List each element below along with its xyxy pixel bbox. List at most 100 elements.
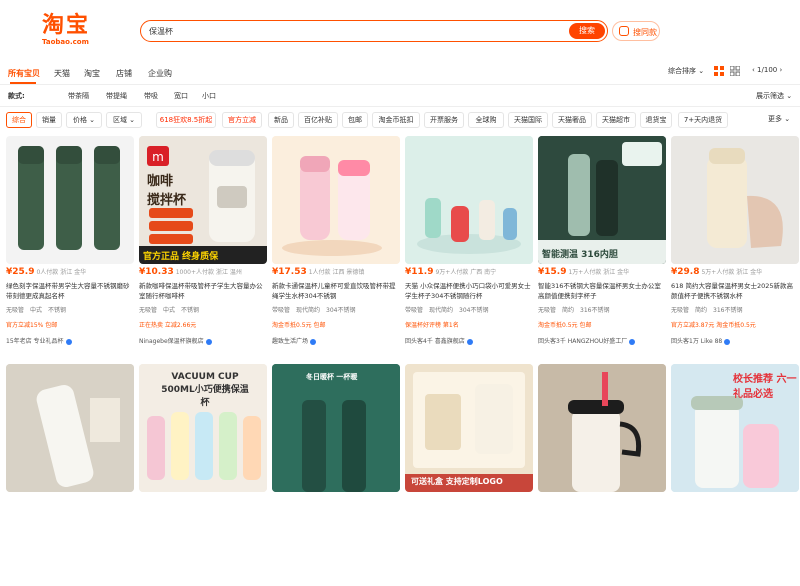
product-image[interactable]: 冬日暖杯 一杯暖 bbox=[272, 364, 400, 492]
sales-info: 0人付款 浙江 金华 bbox=[36, 269, 87, 276]
chip-tmall-market[interactable]: 天猫超市 bbox=[596, 112, 636, 128]
price: ¥11.9 bbox=[405, 267, 434, 277]
image-caption: 咖啡 搅拌杯 bbox=[147, 174, 187, 208]
product-photo bbox=[538, 364, 666, 492]
style-option[interactable]: 小口 bbox=[202, 91, 216, 101]
tab-taobao[interactable]: 淘宝 bbox=[84, 68, 100, 79]
product-image[interactable]: 可送礼盒 支持定制LOGO bbox=[405, 364, 533, 492]
price-row: ¥17.53 1人付款 江西 景德镇 bbox=[272, 267, 400, 279]
product-image[interactable]: VACUUM CUP 500ML小巧便携保温杯 bbox=[139, 364, 267, 492]
product-title[interactable]: 绿色刻字保温杯带男学生大容量不锈钢磨砂带刻德更成真起名杯 bbox=[6, 281, 134, 301]
product-photo bbox=[671, 136, 799, 264]
product-card[interactable] bbox=[538, 364, 666, 586]
style-option[interactable]: 带提绳 bbox=[106, 91, 127, 101]
chip-free-shipping[interactable]: 包邮 bbox=[342, 112, 368, 128]
chip-price[interactable]: 价格 ⌄ bbox=[66, 112, 102, 128]
product-card[interactable]: m 咖啡 搅拌杯 官方正品 终身质保 ¥10.33 1000+人付款 浙江 温州 新… bbox=[139, 136, 267, 358]
product-image[interactable] bbox=[671, 136, 799, 264]
chevron-down-icon: ⌄ bbox=[698, 67, 705, 75]
shop-info[interactable]: 回头客4千 喜鑫旗舰店 bbox=[405, 336, 533, 346]
product-title[interactable]: 618 简约大容量保温杯男女士2025新款高颜值杯子便携不锈钢水杯 bbox=[671, 281, 799, 301]
product-card[interactable]: ¥29.8 5万+人付款 浙江 金华 618 简约大容量保温杯男女士2025新款高… bbox=[671, 136, 799, 358]
search-input[interactable]: 保温杯 bbox=[149, 26, 173, 37]
page-indicator: 1/100 bbox=[757, 66, 778, 74]
chip-official-discount[interactable]: 官方立减 bbox=[222, 112, 262, 128]
shop-info[interactable]: 回头客3千 HANGZHOU好盛工厂 bbox=[538, 336, 666, 346]
chip-region[interactable]: 区域 ⌄ bbox=[106, 112, 142, 128]
chip-subsidy[interactable]: 百亿补贴 bbox=[298, 112, 338, 128]
tab-tmall[interactable]: 天猫 bbox=[54, 68, 70, 79]
grid-view-icon[interactable] bbox=[714, 66, 724, 76]
product-image[interactable] bbox=[6, 136, 134, 264]
shop-info[interactable]: 15年老店 专业礼品杯 bbox=[6, 336, 134, 346]
chip-coin-deduct[interactable]: 淘金币抵扣 bbox=[372, 112, 420, 128]
style-option[interactable]: 带吸 bbox=[144, 91, 158, 101]
attr: 现代简约 bbox=[296, 307, 321, 314]
tab-shop[interactable]: 店铺 bbox=[116, 68, 132, 79]
product-image[interactable]: m 咖啡 搅拌杯 官方正品 终身质保 bbox=[139, 136, 267, 264]
product-title[interactable]: 天猫 小众保温杯便携小巧口袋小可爱男女士学生杯子304不锈钢随行杯 bbox=[405, 281, 533, 301]
chip-sales[interactable]: 销量 bbox=[36, 112, 62, 128]
product-card[interactable]: 智能测温 316内胆 ¥15.9 1万+人付款 浙江 金华 智能316不锈钢大容量… bbox=[538, 136, 666, 358]
product-image[interactable] bbox=[272, 136, 400, 264]
product-card[interactable] bbox=[6, 364, 134, 586]
show-filters-button[interactable]: 展示筛选 ⌄ bbox=[756, 91, 792, 101]
attr: 304不锈钢 bbox=[459, 307, 489, 314]
attr: 316不锈钢 bbox=[580, 307, 610, 314]
more-filters-label: 更多 bbox=[768, 115, 782, 123]
verified-badge-icon bbox=[724, 338, 731, 345]
price: ¥17.53 bbox=[272, 267, 307, 277]
list-view-icon[interactable] bbox=[730, 66, 740, 76]
next-page-icon[interactable]: › bbox=[779, 66, 782, 74]
chip-new[interactable]: 新品 bbox=[268, 112, 294, 128]
product-image[interactable]: 智能测温 316内胆 bbox=[538, 136, 666, 264]
chip-7day-return[interactable]: 7+天内退货 bbox=[678, 112, 728, 128]
attr: 带吸管 bbox=[405, 307, 424, 314]
product-title[interactable]: 新款咖啡保温杯带吸管杯子学生大容量办公室随行杯咖啡杯 bbox=[139, 281, 267, 301]
product-card[interactable]: ¥25.9 0人付款 浙江 金华 绿色刻字保温杯带男学生大容量不锈钢磨砂带刻德更成… bbox=[6, 136, 134, 358]
sort-label: 综合排序 bbox=[668, 67, 696, 75]
promo-text: 淘金币抵0.5元 包邮 bbox=[538, 322, 592, 329]
product-card[interactable]: VACUUM CUP 500ML小巧便携保温杯 bbox=[139, 364, 267, 586]
price-row: ¥11.9 9万+人付款 广西 南宁 bbox=[405, 267, 533, 279]
product-image[interactable]: 校长推荐 六一礼品必选 bbox=[671, 364, 799, 492]
product-card[interactable]: 可送礼盒 支持定制LOGO bbox=[405, 364, 533, 586]
product-image[interactable] bbox=[538, 364, 666, 492]
product-image[interactable] bbox=[405, 136, 533, 264]
chip-comprehensive[interactable]: 综合 bbox=[6, 112, 32, 128]
attr: 316不锈钢 bbox=[713, 307, 743, 314]
style-option[interactable]: 宽口 bbox=[174, 91, 188, 101]
product-image[interactable] bbox=[6, 364, 134, 492]
chip-return-insurance[interactable]: 退货宝 bbox=[640, 112, 672, 128]
chip-invoice[interactable]: 开票服务 bbox=[424, 112, 464, 128]
product-card[interactable]: ¥17.53 1人付款 江西 景德镇 新款卡通保温杯儿童杯可爱直饮吸管杯带提绳学生… bbox=[272, 136, 400, 358]
shop-info[interactable]: Ninagebe保温杯旗舰店 bbox=[139, 336, 267, 346]
attr: 中式 bbox=[163, 307, 176, 314]
product-card[interactable]: 校长推荐 六一礼品必选 bbox=[671, 364, 799, 586]
taobao-logo[interactable]: 淘宝 Taobao.com bbox=[42, 14, 100, 48]
chip-tmall-intl[interactable]: 天猫国际 bbox=[508, 112, 548, 128]
product-card[interactable]: 冬日暖杯 一杯暖 bbox=[272, 364, 400, 586]
svg-text:m: m bbox=[152, 150, 164, 164]
product-card[interactable]: ¥11.9 9万+人付款 广西 南宁 天猫 小众保温杯便携小巧口袋小可爱男女士学生… bbox=[405, 136, 533, 358]
shop-info[interactable]: 趣致生活广场 bbox=[272, 336, 400, 346]
shop-name: Ninagebe保温杯旗舰店 bbox=[139, 338, 204, 345]
chip-tmall-luxury[interactable]: 天猫奢品 bbox=[552, 112, 592, 128]
style-option[interactable]: 带茶隔 bbox=[68, 91, 89, 101]
sort-dropdown[interactable]: 综合排序 ⌄ bbox=[668, 66, 704, 76]
tab-enterprise[interactable]: 企业购 bbox=[148, 68, 172, 79]
chip-618[interactable]: 618狂欢8.5折起 bbox=[156, 112, 216, 128]
attributes: 无吸管 中式 不锈钢 bbox=[6, 305, 134, 315]
chip-global[interactable]: 全球购 bbox=[468, 112, 504, 128]
tab-all[interactable]: 所有宝贝 bbox=[8, 68, 40, 79]
logo-text: 淘宝 bbox=[42, 13, 91, 38]
product-title[interactable]: 智能316不锈钢大容量保温杯男女士办公室高颜值便携刻字杯子 bbox=[538, 281, 666, 301]
photo-search-button[interactable]: 搜同款 bbox=[612, 21, 660, 41]
search-bar[interactable]: 保温杯 搜索 bbox=[140, 20, 608, 42]
search-button[interactable]: 搜索 bbox=[569, 23, 605, 39]
product-photo bbox=[538, 136, 666, 264]
shop-info[interactable]: 回头客1万 Like 88 bbox=[671, 336, 799, 346]
more-filters-button[interactable]: 更多 ⌄ bbox=[768, 114, 790, 124]
product-title[interactable]: 新款卡通保温杯儿童杯可爱直饮吸管杯带提绳学生水杯304不锈钢 bbox=[272, 281, 400, 301]
prev-page-icon[interactable]: ‹ bbox=[752, 66, 755, 74]
